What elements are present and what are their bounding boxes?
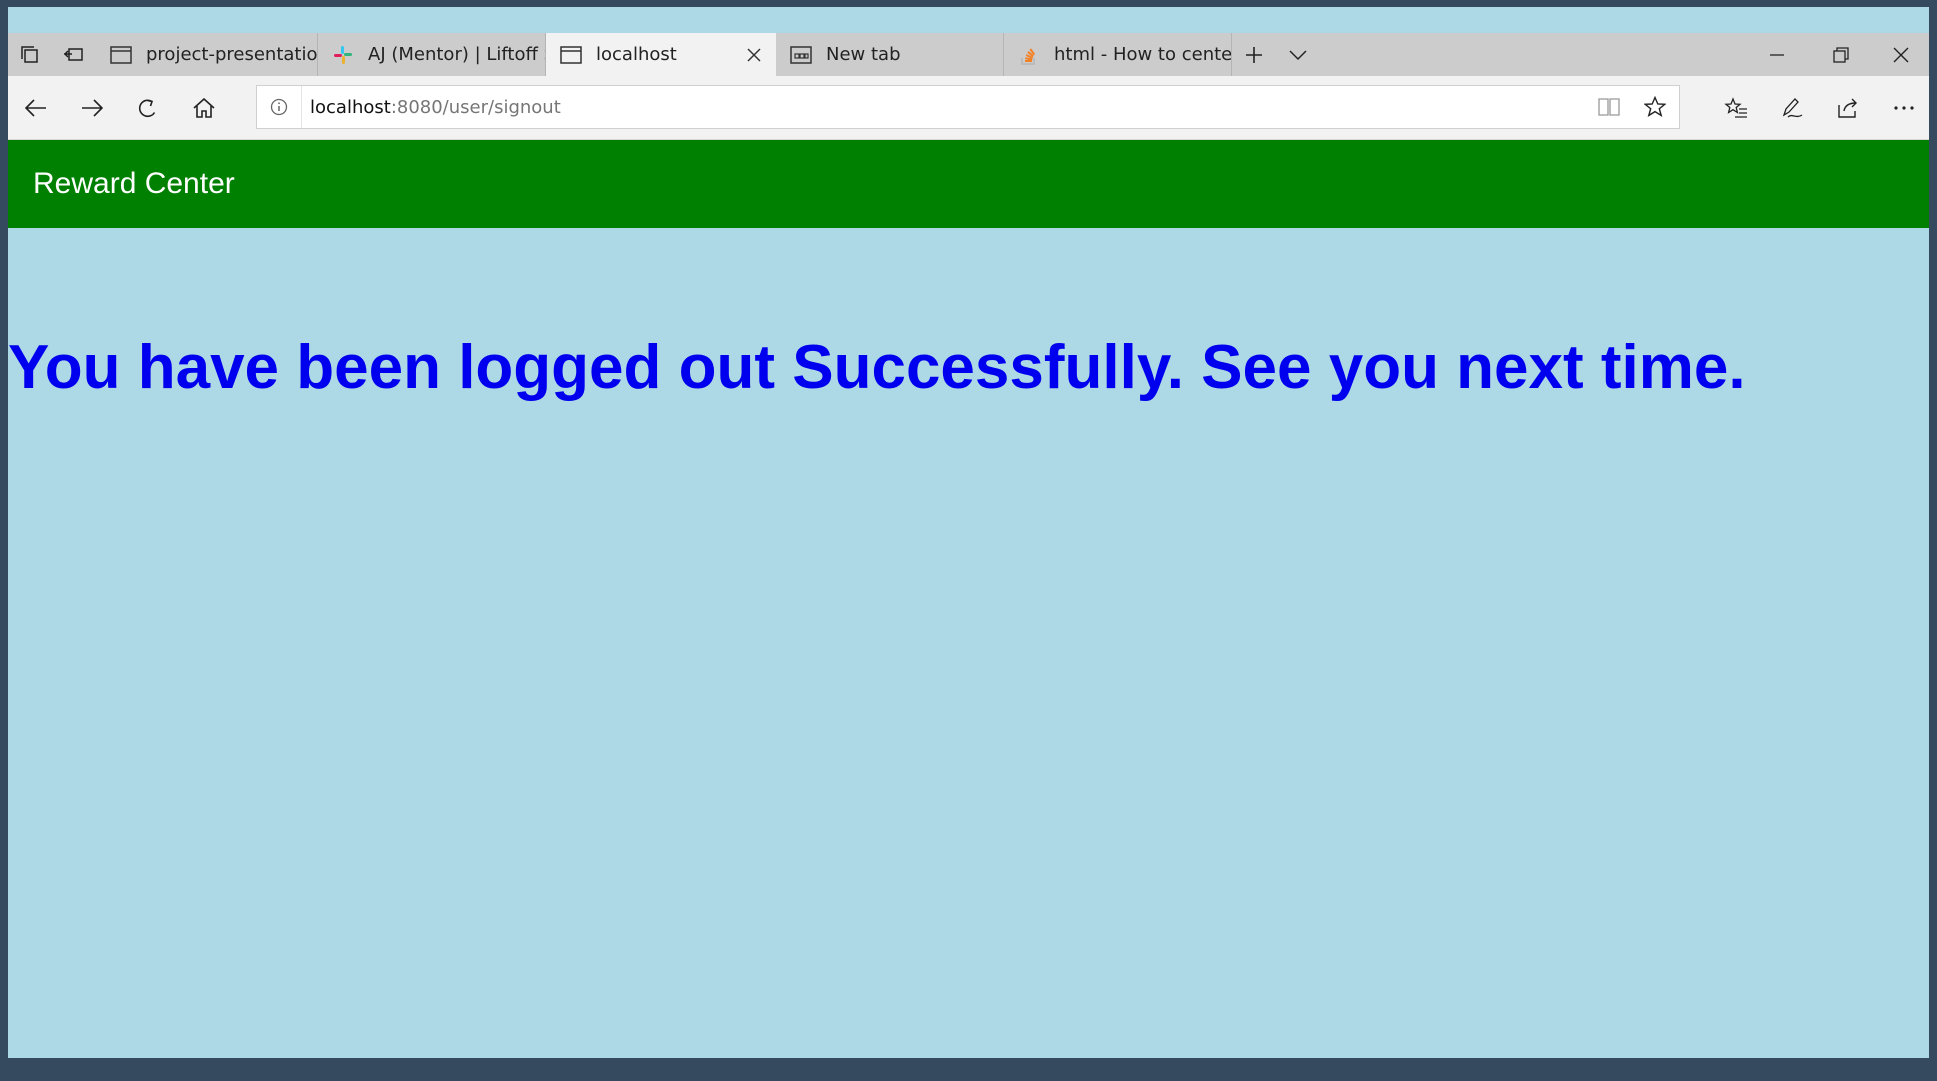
- more-options-icon[interactable]: [1882, 86, 1926, 130]
- restore-icon[interactable]: [1809, 33, 1873, 76]
- pen-icon[interactable]: [1770, 86, 1814, 130]
- logout-message: You have been logged out Successfully. S…: [8, 333, 1746, 402]
- tab-slack[interactable]: AJ (Mentor) | Liftoff STL Jan: [318, 33, 546, 76]
- tab-title: html - How to center conter: [1054, 44, 1231, 65]
- slack-icon: [330, 42, 356, 68]
- tab-stackoverflow[interactable]: html - How to center conter: [1004, 33, 1232, 76]
- minimize-icon[interactable]: [1745, 33, 1809, 76]
- page-body: You have been logged out Successfully. S…: [8, 228, 1929, 1058]
- url-text[interactable]: localhost:8080/user/signout: [310, 97, 561, 118]
- back-arrow-icon[interactable]: [14, 86, 58, 130]
- reading-view-icon[interactable]: [1587, 86, 1631, 128]
- address-bar[interactable]: localhost:8080/user/signout: [256, 85, 1680, 129]
- new-tab-plus-icon[interactable]: [1232, 33, 1276, 76]
- site-info-icon[interactable]: [257, 86, 302, 128]
- tab-title: AJ (Mentor) | Liftoff STL Jan: [368, 44, 545, 65]
- favorite-star-icon[interactable]: [1633, 86, 1677, 128]
- page-icon: [558, 42, 584, 68]
- page-header: Reward Center: [8, 140, 1929, 228]
- tab-title: New tab: [826, 44, 901, 65]
- tabs-aside-icon[interactable]: [52, 33, 96, 76]
- close-tab-icon[interactable]: [738, 39, 770, 71]
- tab-new-tab[interactable]: New tab: [776, 33, 1004, 76]
- tab-strip: project-presentation.pdf AJ (Mentor) | L…: [8, 33, 1929, 76]
- close-window-icon[interactable]: [1873, 33, 1929, 76]
- tab-title: project-presentation.pdf: [146, 44, 317, 65]
- tab-preview-chevron-icon[interactable]: [1276, 33, 1320, 76]
- tab-project-presentation[interactable]: project-presentation.pdf: [96, 33, 318, 76]
- new-tab-icon: [788, 42, 814, 68]
- document-icon: [108, 42, 134, 68]
- navigation-bar: localhost:8080/user/signout: [8, 76, 1929, 140]
- tab-set-aside-icon[interactable]: [8, 33, 52, 76]
- browser-window: project-presentation.pdf AJ (Mentor) | L…: [8, 7, 1929, 1058]
- url-path: :8080/user/signout: [390, 96, 561, 118]
- tab-localhost[interactable]: localhost: [546, 33, 776, 76]
- share-icon[interactable]: [1826, 86, 1870, 130]
- forward-arrow-icon[interactable]: [70, 86, 114, 130]
- refresh-icon[interactable]: [126, 86, 170, 130]
- tab-title: localhost: [596, 44, 677, 65]
- brand-link[interactable]: Reward Center: [33, 167, 235, 201]
- home-icon[interactable]: [182, 86, 226, 130]
- url-host: localhost: [310, 96, 391, 118]
- favorites-list-icon[interactable]: [1714, 86, 1758, 130]
- stackoverflow-icon: [1016, 42, 1042, 68]
